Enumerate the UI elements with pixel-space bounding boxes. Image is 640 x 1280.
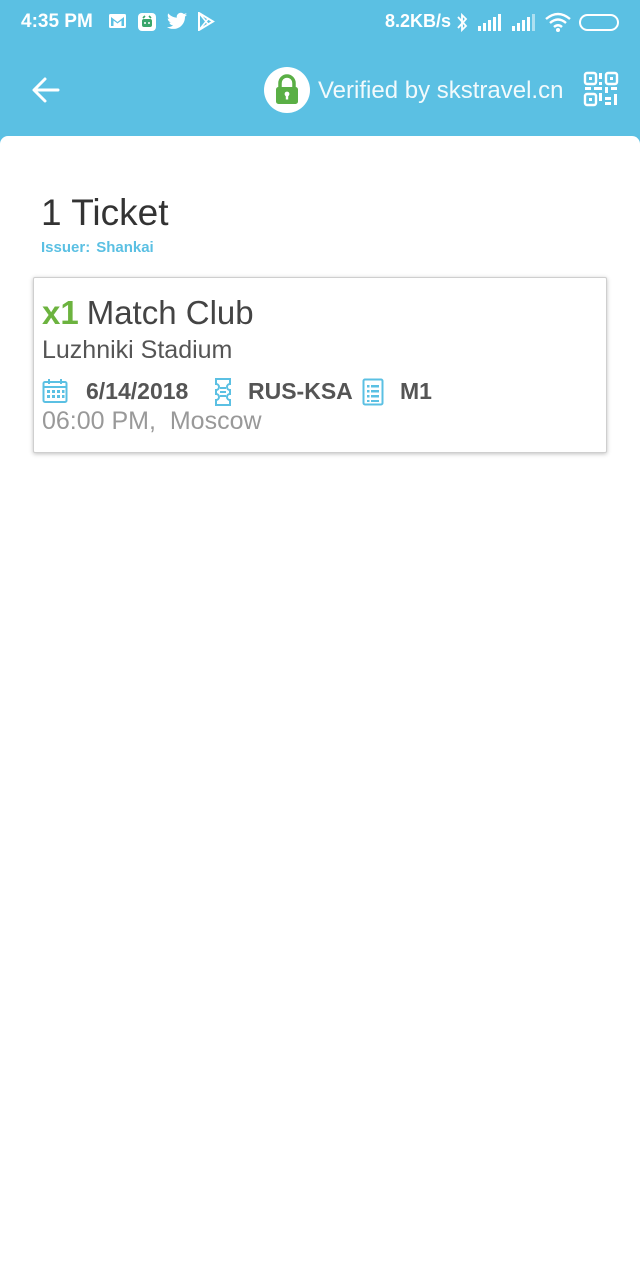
verified-badge [264,67,310,113]
play-store-icon [198,12,215,31]
ticket-time: 06:00 PM, [42,407,156,435]
status-bar: 4:35 PM 8.2KB/s 74 [0,0,640,46]
issuer-value: Shankai [96,239,154,256]
lock-icon [276,74,298,104]
signal-icon [512,14,535,31]
ticket-card[interactable]: x1Match Club Luzhniki Stadium 6/14/2018 [33,277,607,453]
status-time: 4:35 PM [21,11,93,32]
qr-code-icon[interactable] [583,71,619,107]
ticket-city: Moscow [169,407,262,435]
content-sheet: 1 Ticket Issuer: Shankai x1 Match Club Luz… [0,136,640,1280]
battery-icon: 74 [579,14,619,31]
back-arrow-icon[interactable] [26,70,66,110]
bluetooth-icon [457,12,468,33]
ticket-quantity: x1 [42,294,79,331]
battery-percent: 74 [592,16,606,28]
wifi-icon [545,12,571,32]
ticket-name-row: x1 Match Club [42,294,254,332]
ticket-match-code: M1 [400,378,432,404]
ticket-name: Match Club [86,294,254,331]
issuer-label: Issuer: [41,239,91,256]
ticket-icon [215,378,231,406]
gmail-icon [109,14,126,28]
ticket-venue: Luzhniki Stadium [42,336,233,364]
calendar-icon [42,379,68,403]
network-speed: 8.2KB/s [385,11,452,31]
signal-icon [478,14,501,31]
app-toolbar: Verified by skstravel.cn [0,46,640,136]
app-notification-icon [138,13,156,31]
ticket-details-row: 6/14/2018 RUS-KSA M1 [42,376,602,406]
issuer-line: Issuer: Shankai [41,239,154,256]
list-icon [362,378,384,406]
ticket-date: 6/14/2018 [86,378,189,404]
page-title: 1 Ticket [41,192,169,233]
verified-label: Verified by skstravel.cn [318,77,564,104]
twitter-icon [166,12,188,29]
ticket-match: RUS-KSA [248,378,353,404]
ticket-time-row: 06:00 PM, Moscow [42,407,262,436]
